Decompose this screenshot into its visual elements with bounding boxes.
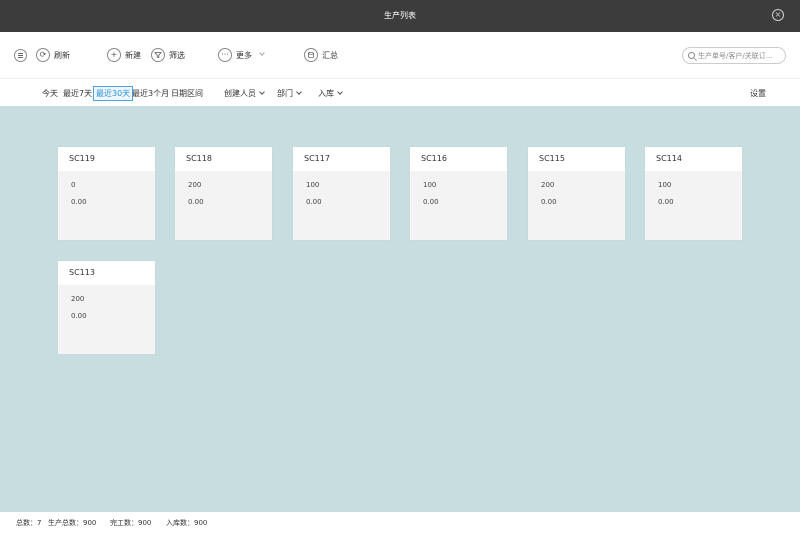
card-amount: 0.00 bbox=[658, 198, 674, 206]
status-completed: 完工数：900 bbox=[110, 519, 152, 527]
menu-icon[interactable] bbox=[14, 49, 27, 62]
summary-label: 汇总 bbox=[322, 50, 338, 60]
card-amount: 0.00 bbox=[71, 312, 87, 320]
toolbar: ⟳ 刷新 + 新建 筛选 ··· 更多 汇总 生产单号/客户/关联订... bbox=[0, 32, 800, 78]
refresh-label: 刷新 bbox=[54, 50, 70, 60]
search-icon bbox=[688, 52, 695, 59]
chevron-down-icon bbox=[296, 89, 302, 95]
search-input[interactable]: 生产单号/客户/关联订... bbox=[682, 47, 786, 64]
new-button[interactable]: + 新建 bbox=[107, 48, 141, 62]
status-stored: 入库数：900 bbox=[166, 519, 208, 527]
card-qty: 200 bbox=[541, 181, 555, 189]
production-card[interactable]: SC113 200 0.00 bbox=[58, 261, 155, 354]
card-qty: 0 bbox=[71, 181, 76, 189]
filter-today[interactable]: 今天 bbox=[42, 88, 58, 99]
more-button[interactable]: ··· 更多 bbox=[218, 48, 265, 62]
card-qty: 200 bbox=[71, 295, 85, 303]
production-card[interactable]: SC114 100 0.00 bbox=[645, 147, 742, 240]
ellipsis-icon: ··· bbox=[218, 48, 232, 62]
refresh-button[interactable]: ⟳ 刷新 bbox=[36, 48, 70, 62]
card-code: SC115 bbox=[528, 147, 625, 171]
summary-button[interactable]: 汇总 bbox=[304, 48, 338, 62]
card-amount: 0.00 bbox=[188, 198, 204, 206]
card-code: SC114 bbox=[645, 147, 742, 171]
refresh-icon: ⟳ bbox=[36, 48, 50, 62]
filter-last-7-days[interactable]: 最近7天 bbox=[63, 88, 92, 99]
card-code: SC118 bbox=[175, 147, 272, 171]
filter-button[interactable]: 筛选 bbox=[151, 48, 185, 62]
filter-creator-dropdown[interactable]: 创建人员 bbox=[224, 88, 265, 99]
card-amount: 0.00 bbox=[306, 198, 322, 206]
filter-label: 筛选 bbox=[169, 50, 185, 60]
card-amount: 0.00 bbox=[541, 198, 557, 206]
production-card[interactable]: SC118 200 0.00 bbox=[175, 147, 272, 240]
chevron-down-icon bbox=[259, 50, 265, 56]
search-placeholder: 生产单号/客户/关联订... bbox=[698, 51, 773, 60]
new-label: 新建 bbox=[125, 50, 141, 60]
production-card[interactable]: SC117 100 0.00 bbox=[293, 147, 390, 240]
card-amount: 0.00 bbox=[71, 198, 87, 206]
card-code: SC116 bbox=[410, 147, 507, 171]
title-bar: 生产列表 × bbox=[0, 0, 800, 32]
settings-link[interactable]: 设置 bbox=[750, 88, 766, 99]
filter-dept-label: 部门 bbox=[277, 89, 293, 98]
card-code: SC117 bbox=[293, 147, 390, 171]
filter-storage-dropdown[interactable]: 入库 bbox=[318, 88, 343, 99]
window-title: 生产列表 bbox=[384, 11, 416, 20]
production-card[interactable]: SC119 0 0.00 bbox=[58, 147, 155, 240]
chevron-down-icon bbox=[259, 89, 265, 95]
filter-storage-label: 入库 bbox=[318, 89, 334, 98]
filter-last-30-days[interactable]: 最近30天 bbox=[93, 86, 134, 101]
production-card[interactable]: SC116 100 0.00 bbox=[410, 147, 507, 240]
filter-creator-label: 创建人员 bbox=[224, 89, 256, 98]
production-card[interactable]: SC115 200 0.00 bbox=[528, 147, 625, 240]
filter-date-range[interactable]: 日期区间 bbox=[171, 88, 203, 99]
funnel-icon bbox=[151, 48, 165, 62]
filter-last-3-months[interactable]: 最近3个月 bbox=[132, 88, 169, 99]
card-qty: 100 bbox=[423, 181, 437, 189]
more-label: 更多 bbox=[236, 50, 252, 60]
card-amount: 0.00 bbox=[423, 198, 439, 206]
status-total: 总数：7 bbox=[16, 519, 42, 527]
plus-icon: + bbox=[107, 48, 121, 62]
status-bar: 总数：7 生产总数：900 完工数：900 入库数：900 bbox=[0, 512, 800, 533]
chevron-down-icon bbox=[337, 89, 343, 95]
card-qty: 200 bbox=[188, 181, 202, 189]
filter-bar: 今天 最近7天 最近30天 最近3个月 日期区间 创建人员 部门 入库 设置 bbox=[0, 78, 800, 106]
card-qty: 100 bbox=[306, 181, 320, 189]
card-code: SC113 bbox=[58, 261, 155, 285]
close-icon[interactable]: × bbox=[772, 9, 784, 21]
card-qty: 100 bbox=[658, 181, 672, 189]
card-grid: SC119 0 0.00 SC118 200 0.00 SC117 100 0.… bbox=[0, 106, 800, 512]
card-code: SC119 bbox=[58, 147, 155, 171]
summary-icon bbox=[304, 48, 318, 62]
filter-dept-dropdown[interactable]: 部门 bbox=[277, 88, 302, 99]
status-production-total: 生产总数：900 bbox=[48, 519, 97, 527]
